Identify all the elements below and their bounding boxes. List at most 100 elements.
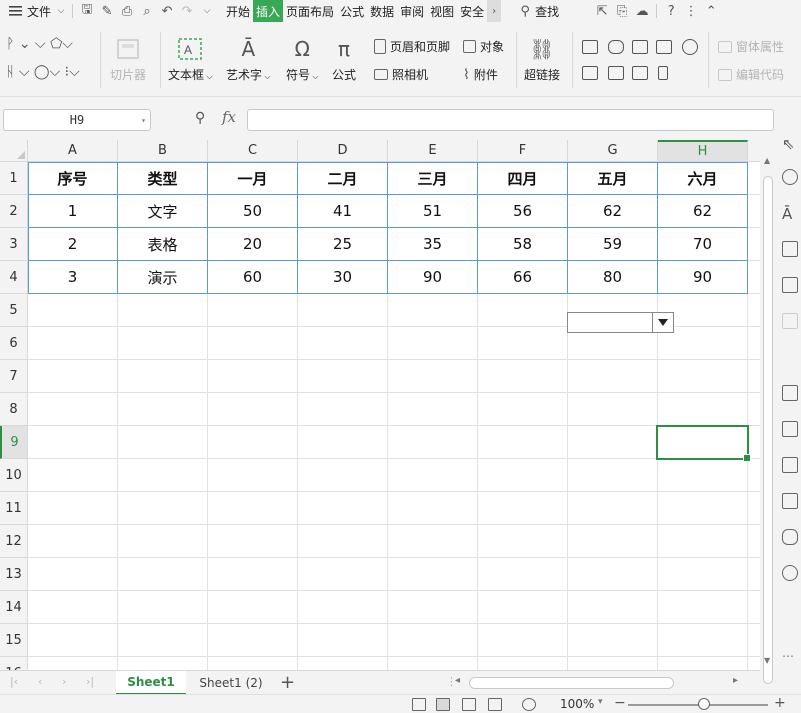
- column-header-e[interactable]: E: [388, 140, 478, 162]
- table-cell[interactable]: 文字: [118, 195, 208, 228]
- table-header-cell[interactable]: 四月: [478, 162, 568, 195]
- table-cell[interactable]: [118, 360, 208, 393]
- eye-protection-icon[interactable]: [522, 698, 536, 711]
- scroll-down-icon[interactable]: ▼: [764, 656, 770, 665]
- zoom-out-icon[interactable]: −: [614, 695, 626, 711]
- table-cell[interactable]: [298, 327, 388, 360]
- table-cell[interactable]: [388, 426, 478, 459]
- file-menu[interactable]: 文件: [24, 0, 54, 22]
- table-cell[interactable]: [658, 492, 748, 525]
- history-icon[interactable]: [782, 565, 798, 581]
- table-cell[interactable]: [568, 591, 658, 624]
- table-cell[interactable]: [118, 459, 208, 492]
- row-header-15[interactable]: 15: [0, 624, 28, 657]
- table-cell[interactable]: [478, 558, 568, 591]
- table-panel-icon[interactable]: [782, 241, 798, 257]
- combo-box-control[interactable]: [567, 312, 674, 333]
- column-header-d[interactable]: D: [298, 140, 388, 162]
- vertical-scrollbar[interactable]: ▲ ▼: [760, 140, 776, 684]
- shapes-panel-icon[interactable]: [782, 169, 798, 185]
- table-cell[interactable]: [118, 657, 208, 670]
- image-panel-icon[interactable]: [782, 493, 798, 509]
- sheet-tab-sheet1-2[interactable]: Sheet1 (2): [188, 671, 274, 695]
- table-cell[interactable]: [208, 492, 298, 525]
- table-cell[interactable]: [118, 558, 208, 591]
- select-cursor-icon[interactable]: ⇖: [782, 135, 798, 153]
- button-control-icon[interactable]: [632, 40, 648, 54]
- table-cell[interactable]: 66: [478, 261, 568, 294]
- print-preview-icon[interactable]: ⌕: [137, 0, 157, 22]
- table-cell[interactable]: 90: [658, 261, 748, 294]
- scrollbar-thumb[interactable]: [763, 176, 773, 684]
- table-header-cell[interactable]: 六月: [658, 162, 748, 195]
- table-cell[interactable]: [658, 558, 748, 591]
- tab-page-layout[interactable]: 页面布局: [283, 0, 337, 22]
- table-cell[interactable]: [118, 294, 208, 327]
- table-cell[interactable]: [388, 360, 478, 393]
- zoom-slider-handle[interactable]: [698, 698, 710, 710]
- table-cell[interactable]: [748, 492, 760, 525]
- table-cell[interactable]: 90: [388, 261, 478, 294]
- table-cell[interactable]: [658, 624, 748, 657]
- hamburger-menu-icon[interactable]: [6, 0, 24, 22]
- table-cell[interactable]: [118, 624, 208, 657]
- wordart-button[interactable]: Ā 艺术字 ⌵: [226, 36, 271, 83]
- last-sheet-icon[interactable]: ›|: [86, 675, 94, 688]
- scrollbar-thumb[interactable]: [469, 677, 674, 689]
- table-cell[interactable]: [208, 657, 298, 670]
- row-header-4[interactable]: 4: [0, 261, 28, 294]
- table-cell[interactable]: [28, 591, 118, 624]
- table-cell[interactable]: 1: [28, 195, 118, 228]
- table-cell[interactable]: [298, 525, 388, 558]
- table-cell[interactable]: [28, 492, 118, 525]
- scroll-left-icon[interactable]: ◂: [455, 675, 460, 686]
- table-cell[interactable]: [748, 591, 760, 624]
- prev-sheet-icon[interactable]: ‹: [38, 675, 42, 688]
- table-cell[interactable]: [298, 459, 388, 492]
- table-cell[interactable]: [478, 426, 568, 459]
- more-panel-icon[interactable]: ⋯: [782, 649, 798, 665]
- column-header-c[interactable]: C: [208, 140, 298, 162]
- table-cell[interactable]: 35: [388, 228, 478, 261]
- table-cell[interactable]: [658, 657, 748, 670]
- export-icon[interactable]: ⎘: [612, 0, 632, 22]
- row-header-7[interactable]: 7: [0, 360, 28, 393]
- table-cell[interactable]: [298, 624, 388, 657]
- backup-panel-icon[interactable]: [782, 385, 798, 401]
- table-cell[interactable]: [748, 525, 760, 558]
- row-header-1[interactable]: 1: [0, 162, 28, 195]
- search-button[interactable]: 查找: [535, 0, 562, 22]
- table-cell[interactable]: [748, 360, 760, 393]
- row-header-5[interactable]: 5: [0, 294, 28, 327]
- table-cell[interactable]: [478, 492, 568, 525]
- table-cell[interactable]: [388, 327, 478, 360]
- table-cell[interactable]: [118, 525, 208, 558]
- table-cell[interactable]: [298, 294, 388, 327]
- table-cell[interactable]: [388, 591, 478, 624]
- table-cell[interactable]: [748, 327, 760, 360]
- table-cell[interactable]: 60: [208, 261, 298, 294]
- table-cell[interactable]: [478, 525, 568, 558]
- table-cell[interactable]: [388, 459, 478, 492]
- column-header-h[interactable]: H: [658, 140, 748, 162]
- slicer-button[interactable]: 切片器: [110, 36, 146, 83]
- table-cell[interactable]: [748, 195, 760, 228]
- table-cell[interactable]: [748, 162, 760, 195]
- style-panel-icon[interactable]: Ā: [782, 205, 798, 223]
- table-header-cell[interactable]: 三月: [388, 162, 478, 195]
- table-cell[interactable]: [658, 393, 748, 426]
- table-cell[interactable]: 25: [298, 228, 388, 261]
- table-cell[interactable]: [28, 360, 118, 393]
- hyperlink-button[interactable]: ⛓ 超链接: [524, 36, 560, 83]
- row-header-2[interactable]: 2: [0, 195, 28, 228]
- table-cell[interactable]: [118, 426, 208, 459]
- select-all-corner[interactable]: [0, 140, 28, 162]
- table-cell[interactable]: [388, 492, 478, 525]
- row-header-14[interactable]: 14: [0, 591, 28, 624]
- zoom-in-icon[interactable]: +: [774, 695, 786, 711]
- table-cell[interactable]: [388, 393, 478, 426]
- first-sheet-icon[interactable]: |‹: [10, 675, 18, 688]
- tab-review[interactable]: 审阅: [397, 0, 427, 22]
- undo-icon[interactable]: ↶: [157, 0, 177, 22]
- table-cell[interactable]: [28, 327, 118, 360]
